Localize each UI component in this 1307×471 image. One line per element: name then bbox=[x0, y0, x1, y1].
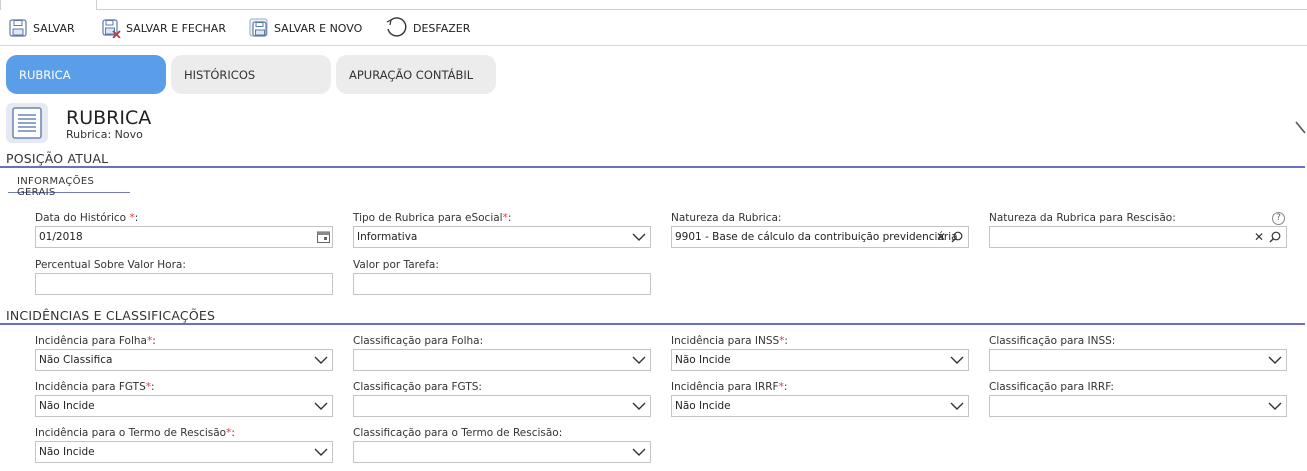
save-new-label: SALVAR E NOVO bbox=[274, 21, 363, 35]
undo-button[interactable]: DESFAZER bbox=[384, 15, 470, 41]
data-historico-label: Data do Histórico *: bbox=[35, 212, 139, 224]
chevron-down-icon bbox=[632, 356, 646, 364]
data-historico-input[interactable]: 01/2018 bbox=[35, 226, 333, 248]
clear-icon[interactable]: ✕ bbox=[1254, 230, 1264, 244]
tipo-rubrica-label: Tipo de Rubrica para eSocial*: bbox=[353, 212, 512, 224]
percentual-input[interactable] bbox=[35, 273, 333, 295]
undo-label: DESFAZER bbox=[413, 21, 471, 35]
save-label: SALVAR bbox=[33, 21, 75, 35]
class-fgts-select[interactable] bbox=[353, 395, 651, 417]
save-new-button[interactable]: SALVAR E NOVO bbox=[249, 15, 362, 41]
section-divider bbox=[0, 166, 1305, 168]
inc-rescisao-label: Incidência para o Termo de Rescisão*: bbox=[35, 427, 235, 439]
tab-rubrica[interactable]: RUBRICA bbox=[6, 55, 166, 94]
section-divider bbox=[0, 323, 1305, 325]
natureza-lookup[interactable]: 9901 - Base de cálculo da contribuição p… bbox=[671, 226, 969, 248]
tab-historicos-label: HISTÓRICOS bbox=[184, 67, 256, 82]
class-folha-select[interactable] bbox=[353, 349, 651, 371]
valor-tarefa-field: Valor por Tarefa: bbox=[353, 259, 651, 295]
chevron-down-icon bbox=[950, 356, 964, 364]
section-posicao-atual: POSIÇÃO ATUAL bbox=[6, 151, 109, 166]
calendar-icon[interactable] bbox=[317, 231, 330, 243]
inc-irrf-label: Incidência para IRRF*: bbox=[671, 381, 788, 393]
natureza-rescisao-field: Natureza da Rubrica para Rescisão: ✕ bbox=[989, 212, 1287, 248]
page-subtitle: Rubrica: Novo bbox=[66, 128, 143, 141]
inc-irrf-field: Incidência para IRRF*: Não Incide bbox=[671, 381, 969, 417]
inc-irrf-select[interactable]: Não Incide bbox=[671, 395, 969, 417]
class-inss-label: Classificação para INSS: bbox=[989, 335, 1116, 347]
natureza-rescisao-lookup[interactable]: ✕ bbox=[989, 226, 1287, 248]
class-folha-field: Classificação para Folha: bbox=[353, 335, 651, 371]
tipo-rubrica-select[interactable]: Informativa bbox=[353, 226, 651, 248]
floppy-disk-close-icon bbox=[102, 19, 121, 38]
chevron-down-icon bbox=[632, 402, 646, 410]
inc-fgts-field: Incidência para FGTS*: Não Incide bbox=[35, 381, 333, 417]
natureza-rescisao-label: Natureza da Rubrica para Rescisão: bbox=[989, 212, 1176, 224]
data-historico-field: Data do Histórico *: 01/2018 bbox=[35, 212, 333, 248]
inc-rescisao-field: Incidência para o Termo de Rescisão*: Nã… bbox=[35, 427, 333, 463]
tab-rubrica-label: RUBRICA bbox=[19, 67, 71, 82]
chevron-down-icon bbox=[632, 448, 646, 456]
document-list-icon bbox=[6, 103, 48, 143]
inc-fgts-select[interactable]: Não Incide bbox=[35, 395, 333, 417]
page-title: RUBRICA bbox=[66, 107, 152, 129]
inc-rescisao-select[interactable]: Não Incide bbox=[35, 441, 333, 463]
clear-icon[interactable]: ✕ bbox=[936, 230, 946, 244]
inc-folha-label: Incidência para Folha*: bbox=[35, 335, 156, 347]
collapse-chevron-icon[interactable] bbox=[1295, 120, 1307, 136]
class-fgts-field: Classificação para FGTS: bbox=[353, 381, 651, 417]
class-inss-select[interactable] bbox=[989, 349, 1287, 371]
save-close-button[interactable]: SALVAR E FECHAR bbox=[101, 15, 226, 41]
class-inss-field: Classificação para INSS: bbox=[989, 335, 1287, 371]
inc-fgts-label: Incidência para FGTS*: bbox=[35, 381, 155, 393]
natureza-label: Natureza da Rubrica: bbox=[671, 212, 782, 224]
chevron-down-icon bbox=[632, 233, 646, 241]
save-button[interactable]: SALVAR bbox=[8, 15, 75, 41]
chevron-down-icon bbox=[314, 448, 328, 456]
inc-inss-select[interactable]: Não Incide bbox=[671, 349, 969, 371]
inc-inss-label: Incidência para INSS*: bbox=[671, 335, 788, 347]
valor-tarefa-input[interactable] bbox=[353, 273, 651, 295]
floppy-disk-icon bbox=[9, 19, 27, 37]
chevron-down-icon bbox=[1268, 402, 1282, 410]
toolbar: SALVAR SALVAR E FECHAR SALVAR E NOVO DES… bbox=[0, 10, 1307, 46]
class-folha-label: Classificação para Folha: bbox=[353, 335, 484, 347]
search-icon[interactable] bbox=[951, 231, 963, 243]
class-irrf-select[interactable] bbox=[989, 395, 1287, 417]
floppy-disk-new-icon bbox=[249, 18, 268, 37]
tipo-rubrica-field: Tipo de Rubrica para eSocial*: Informati… bbox=[353, 212, 651, 248]
inc-inss-field: Incidência para INSS*: Não Incide bbox=[671, 335, 969, 371]
chevron-down-icon bbox=[314, 402, 328, 410]
search-icon[interactable] bbox=[1269, 231, 1281, 243]
tab-historicos[interactable]: HISTÓRICOS bbox=[171, 55, 331, 94]
natureza-field: Natureza da Rubrica: 9901 - Base de cálc… bbox=[671, 212, 969, 248]
chevron-down-icon bbox=[314, 356, 328, 364]
class-rescisao-label: Classificação para o Termo de Rescisão: bbox=[353, 427, 563, 439]
percentual-field: Percentual Sobre Valor Hora: bbox=[35, 259, 333, 295]
valor-tarefa-label: Valor por Tarefa: bbox=[353, 259, 439, 271]
tab-apuracao-label: APURAÇÃO CONTÁBIL bbox=[349, 67, 474, 82]
class-irrf-field: Classificação para IRRF: bbox=[989, 381, 1287, 417]
tab-informacoes-gerais[interactable]: INFORMAÇÕES GERAIS bbox=[8, 171, 130, 198]
save-close-label: SALVAR E FECHAR bbox=[126, 21, 226, 35]
percentual-label: Percentual Sobre Valor Hora: bbox=[35, 259, 186, 271]
section-incidencias: INCIDÊNCIAS E CLASSIFICAÇÕES bbox=[6, 308, 216, 323]
inc-folha-field: Incidência para Folha*: Não Classifica bbox=[35, 335, 333, 371]
class-rescisao-select[interactable] bbox=[353, 441, 651, 463]
chevron-down-icon bbox=[950, 402, 964, 410]
tab-apuracao-contabil[interactable]: APURAÇÃO CONTÁBIL bbox=[336, 55, 496, 94]
inc-folha-select[interactable]: Não Classifica bbox=[35, 349, 333, 371]
class-irrf-label: Classificação para IRRF: bbox=[989, 381, 1114, 393]
class-rescisao-field: Classificação para o Termo de Rescisão: bbox=[353, 427, 651, 463]
help-icon[interactable]: ? bbox=[1272, 212, 1285, 225]
chevron-down-icon bbox=[1268, 356, 1282, 364]
class-fgts-label: Classificação para FGTS: bbox=[353, 381, 482, 393]
undo-icon bbox=[386, 17, 407, 37]
top-document-tab[interactable] bbox=[0, 0, 97, 10]
